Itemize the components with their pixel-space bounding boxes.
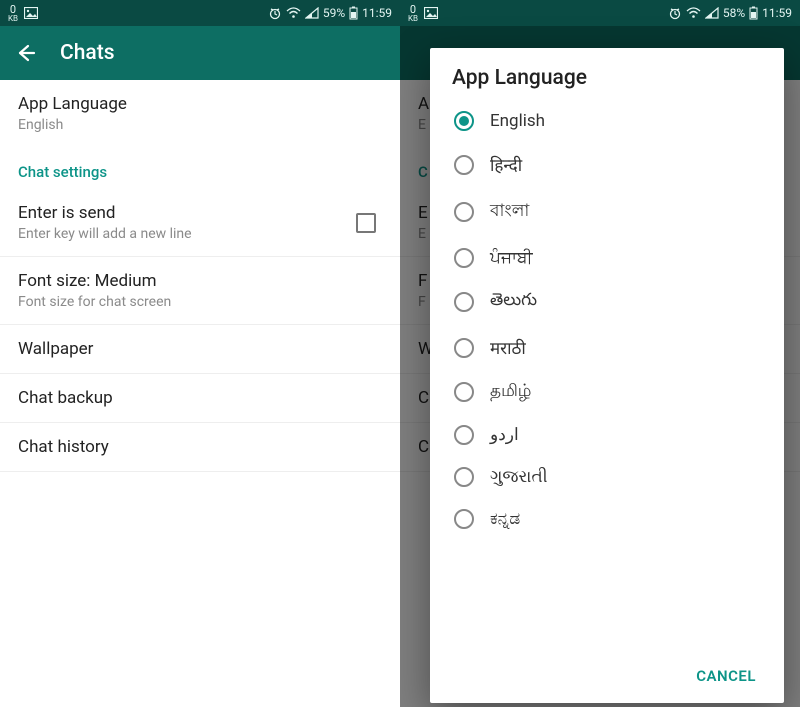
language-option[interactable]: मराठी [448, 325, 766, 370]
language-option[interactable]: हिन्दी [448, 142, 766, 187]
section-header-chat-settings: Chat settings [0, 147, 400, 189]
settings-body: App Language English Chat settings Enter… [0, 80, 400, 707]
back-icon[interactable] [14, 42, 36, 64]
setting-label: Chat history [18, 437, 382, 457]
setting-label: App Language [18, 94, 382, 114]
status-bar: 0 KB 58% [400, 0, 800, 26]
phone-right: 0 KB 58% [400, 0, 800, 707]
language-label: हिन्दी [490, 153, 522, 176]
battery-icon [349, 6, 358, 20]
checkbox-enter-is-send[interactable] [356, 213, 376, 233]
battery-text: 59% [323, 6, 345, 20]
radio-icon [454, 202, 474, 222]
radio-icon [454, 155, 474, 175]
setting-value: English [18, 117, 382, 133]
wifi-icon [286, 7, 301, 19]
picture-icon [24, 7, 38, 19]
dialog-title: App Language [430, 48, 784, 100]
language-option[interactable]: اردو [448, 414, 766, 456]
radio-icon [454, 248, 474, 268]
app-bar: Chats [0, 26, 400, 80]
setting-chat-history[interactable]: Chat history [0, 423, 400, 472]
setting-description: Font size for chat screen [18, 294, 382, 310]
radio-icon [454, 509, 474, 529]
radio-icon [454, 338, 474, 358]
language-label: বাংলা [490, 198, 529, 226]
setting-wallpaper[interactable]: Wallpaper [0, 325, 400, 374]
battery-icon [749, 6, 758, 20]
setting-app-language[interactable]: App Language English [0, 80, 400, 147]
setting-label: Chat backup [18, 388, 382, 408]
wifi-icon [686, 7, 701, 19]
language-dialog: App Language English हिन्दी বাংলা ਪੰਜਾਬੀ తెల… [430, 48, 784, 703]
language-option[interactable]: தமிழ் [448, 370, 766, 414]
language-label: اردو [490, 425, 519, 445]
radio-icon [454, 382, 474, 402]
language-option[interactable]: English [448, 100, 766, 142]
language-label: English [490, 111, 545, 131]
language-option[interactable]: తెలుగు [448, 279, 766, 325]
language-option[interactable]: ಕನ್ನಡ [448, 498, 766, 540]
radio-icon [454, 467, 474, 487]
setting-label: Wallpaper [18, 339, 382, 359]
signal-icon [305, 7, 319, 19]
cancel-button[interactable]: CANCEL [686, 659, 766, 693]
status-bar: 0 KB 59% [0, 0, 400, 26]
picture-icon [424, 7, 438, 19]
language-label: मराठी [490, 336, 526, 359]
data-kb-icon: 0 KB [8, 4, 18, 23]
signal-icon [705, 7, 719, 19]
language-option[interactable]: ਪੰਜਾਬੀ [448, 237, 766, 279]
radio-icon [454, 292, 474, 312]
setting-font-size[interactable]: Font size: Medium Font size for chat scr… [0, 257, 400, 325]
data-kb-icon: 0 KB [408, 4, 418, 23]
setting-description: Enter key will add a new line [18, 226, 192, 242]
setting-label: Font size: Medium [18, 271, 382, 291]
language-option[interactable]: ગુજરાતી [448, 456, 766, 498]
setting-label: Enter is send [18, 203, 192, 223]
language-label: ગુજરાતી [490, 467, 548, 487]
radio-icon [454, 425, 474, 445]
language-option[interactable]: বাংলা [448, 187, 766, 237]
page-title: Chats [60, 41, 115, 65]
language-list: English हिन्दी বাংলা ਪੰਜਾਬੀ తెలుగు मराठी தமிழ்… [430, 100, 784, 649]
language-label: తెలుగు [490, 290, 537, 314]
setting-chat-backup[interactable]: Chat backup [0, 374, 400, 423]
phone-left: 0 KB 59% [0, 0, 400, 707]
radio-icon [454, 111, 474, 131]
language-label: தமிழ் [490, 381, 532, 403]
language-label: ಕನ್ನಡ [490, 509, 520, 529]
battery-text: 58% [723, 6, 745, 20]
setting-enter-is-send[interactable]: Enter is send Enter key will add a new l… [0, 189, 400, 257]
language-label: ਪੰਜਾਬੀ [490, 248, 533, 268]
alarm-icon [668, 6, 682, 20]
clock-text: 11:59 [762, 6, 792, 20]
alarm-icon [268, 6, 282, 20]
clock-text: 11:59 [362, 6, 392, 20]
